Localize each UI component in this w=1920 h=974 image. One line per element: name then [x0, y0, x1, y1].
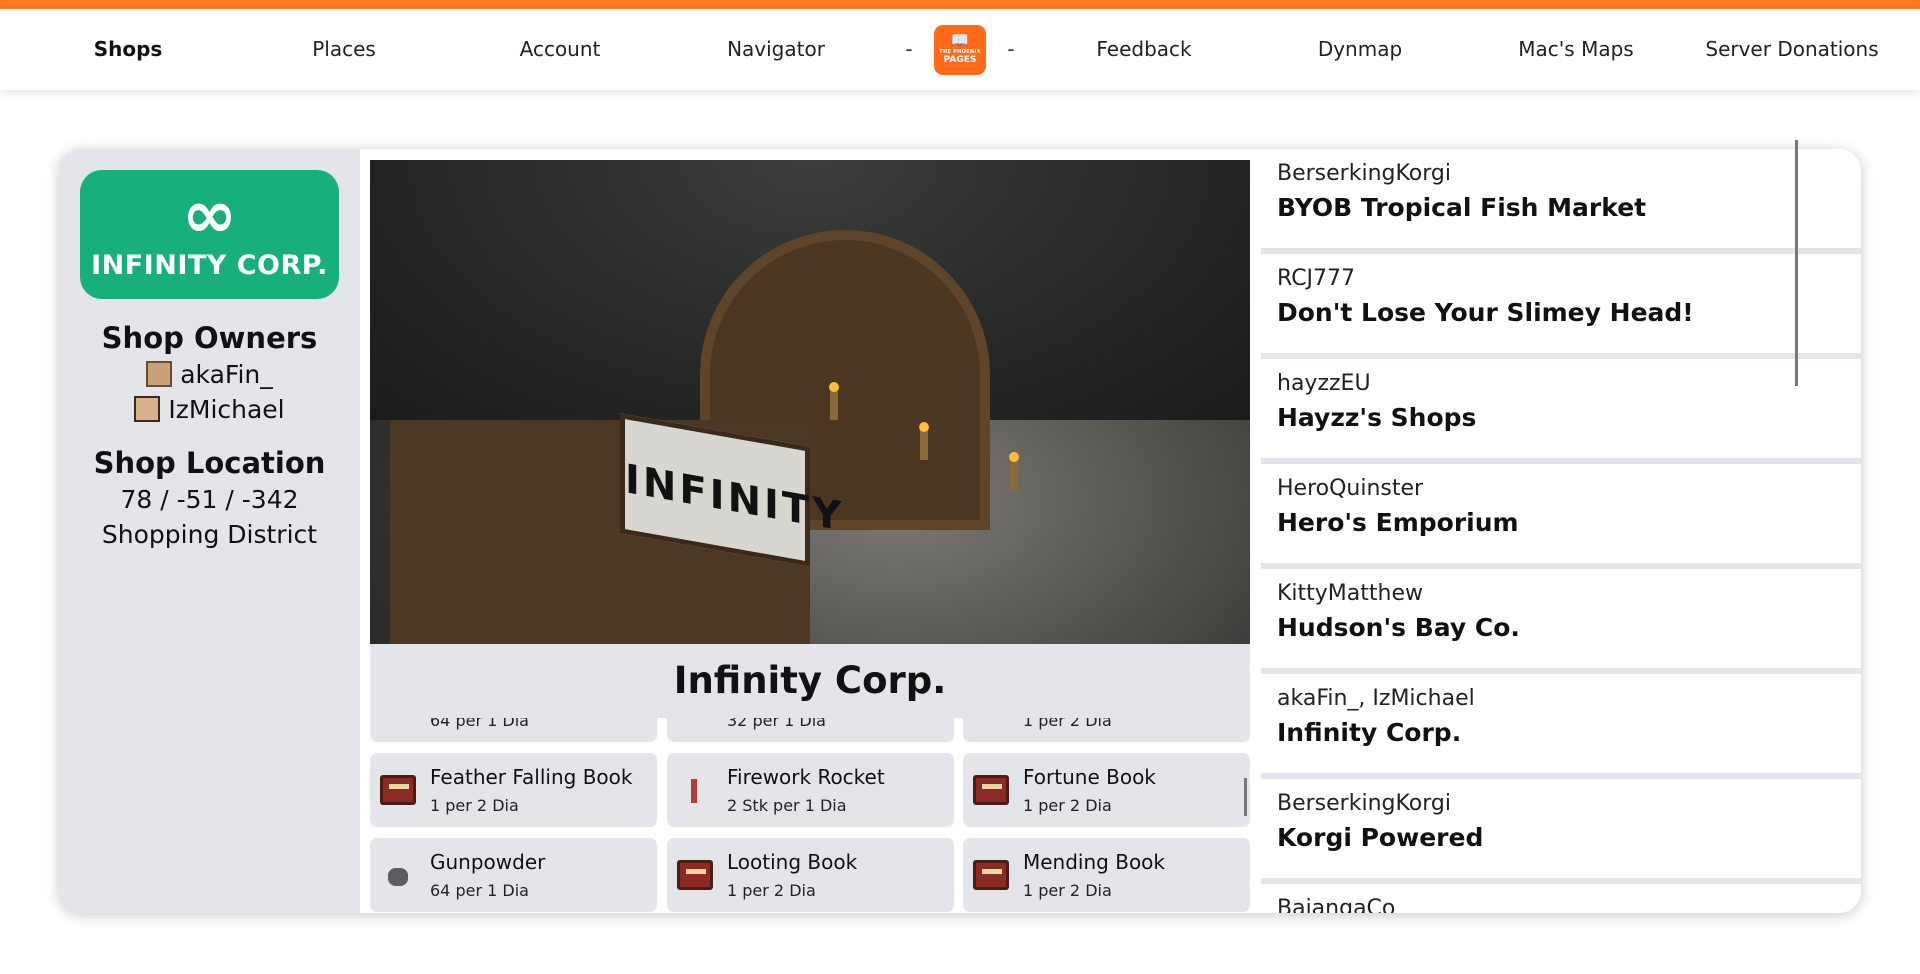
shop-coordinates: 78 / -51 / -342	[120, 485, 299, 514]
item-price: 32 per 1 Dia	[727, 718, 826, 730]
nav-separator: -	[905, 37, 913, 61]
shop-card: ∞ INFINITY CORP. Shop Owners akaFin_ IzM…	[59, 149, 1861, 913]
gunpowder-icon	[380, 860, 416, 890]
item-icon	[677, 718, 713, 720]
owner-name: akaFin_	[180, 360, 273, 389]
item-card[interactable]: 1 per 2 Dia	[963, 718, 1250, 742]
shop-list-owner: BajangaCo	[1277, 896, 1396, 913]
nav-places[interactable]: Places	[312, 9, 376, 90]
shop-list[interactable]: BerserkingKorgi BYOB Tropical Fish Marke…	[1261, 149, 1861, 913]
nav-navigator[interactable]: Navigator	[727, 9, 825, 90]
shop-list-name: Korgi Powered	[1277, 823, 1484, 852]
shop-list-item[interactable]: RCJ777 Don't Lose Your Slimey Head!	[1261, 254, 1861, 353]
item-card[interactable]: Mending Book 1 per 2 Dia	[963, 838, 1250, 912]
item-icon	[380, 718, 416, 720]
nav-account[interactable]: Account	[520, 9, 601, 90]
shop-list-owner: HeroQuinster	[1277, 476, 1424, 501]
item-grid: 64 per 1 Dia 32 per 1 Dia 1 per 2 Dia Fe…	[370, 718, 1250, 913]
player-avatar-icon	[134, 396, 161, 422]
shop-list-name: Infinity Corp.	[1277, 718, 1462, 747]
shop-title: Infinity Corp.	[370, 644, 1250, 718]
shop-list-owner: BerserkingKorgi	[1277, 161, 1452, 186]
shop-info-panel: ∞ INFINITY CORP. Shop Owners akaFin_ IzM…	[59, 149, 360, 913]
shop-list-name: Hero's Emporium	[1277, 508, 1519, 537]
location-heading: Shop Location	[93, 446, 326, 480]
item-name: Firework Rocket	[727, 765, 885, 789]
item-card[interactable]: Looting Book 1 per 2 Dia	[667, 838, 954, 912]
enchanted-book-icon	[973, 860, 1009, 890]
item-price: 64 per 1 Dia	[430, 881, 529, 900]
shop-district: Shopping District	[101, 520, 318, 549]
item-price: 64 per 1 Dia	[430, 718, 529, 730]
item-price: 1 per 2 Dia	[1023, 796, 1112, 815]
player-avatar-icon	[146, 361, 173, 387]
enchanted-book-icon	[677, 860, 713, 890]
shop-list-owner: BerserkingKorgi	[1277, 791, 1452, 816]
nav-separator: -	[1007, 37, 1015, 61]
item-name: Gunpowder	[430, 850, 546, 874]
item-card[interactable]: Feather Falling Book 1 per 2 Dia	[370, 753, 657, 827]
shop-list-name: Hayzz's Shops	[1277, 403, 1477, 432]
item-name: Fortune Book	[1023, 765, 1156, 789]
nav-dynmap[interactable]: Dynmap	[1318, 9, 1402, 90]
phoenix-pages-logo[interactable]: 📖 THE PHOENIX PAGES	[934, 25, 986, 75]
shop-list-name: Hudson's Bay Co.	[1277, 613, 1520, 642]
item-card[interactable]: Firework Rocket 2 Stk per 1 Dia	[667, 753, 954, 827]
shop-list-item[interactable]: BerserkingKorgi Korgi Powered	[1261, 779, 1861, 878]
item-price: 1 per 2 Dia	[1023, 718, 1112, 730]
shop-list-item[interactable]: akaFin_, IzMichael Infinity Corp.	[1261, 674, 1861, 773]
item-price: 1 per 2 Dia	[430, 796, 519, 815]
shop-list-owner: RCJ777	[1277, 266, 1356, 291]
shop-list-name: BYOB Tropical Fish Market	[1277, 193, 1647, 222]
shop-list-scrollbar[interactable]	[1795, 140, 1798, 386]
shop-list-item[interactable]: BajangaCo	[1261, 884, 1861, 913]
item-name: Looting Book	[727, 850, 858, 874]
shop-list-owner: KittyMatthew	[1277, 581, 1423, 606]
item-price: 2 Stk per 1 Dia	[727, 796, 847, 815]
item-price: 1 per 2 Dia	[1023, 881, 1112, 900]
owner-name: IzMichael	[168, 395, 285, 424]
shop-list-item[interactable]: BerserkingKorgi BYOB Tropical Fish Marke…	[1261, 149, 1861, 248]
shop-list-item[interactable]: hayzzEU Hayzz's Shops	[1261, 359, 1861, 458]
shop-list-name: Don't Lose Your Slimey Head!	[1277, 298, 1694, 327]
owner-item[interactable]: akaFin_	[59, 360, 360, 389]
item-name: Mending Book	[1023, 850, 1165, 874]
firework-rocket-icon	[677, 775, 713, 805]
item-card[interactable]: Fortune Book 1 per 2 Dia	[963, 753, 1250, 827]
enchanted-book-icon	[973, 775, 1009, 805]
shop-list-item[interactable]: HeroQuinster Hero's Emporium	[1261, 464, 1861, 563]
shop-logo: ∞ INFINITY CORP.	[80, 170, 339, 299]
owners-heading: Shop Owners	[101, 321, 318, 355]
item-grid-scrollbar[interactable]	[1244, 778, 1247, 816]
shop-list-item[interactable]: KittyMatthew Hudson's Bay Co.	[1261, 569, 1861, 668]
item-icon	[973, 718, 1009, 720]
item-price: 1 per 2 Dia	[727, 881, 816, 900]
nav-shops[interactable]: Shops	[94, 9, 163, 90]
item-name: Feather Falling Book	[430, 765, 633, 789]
owner-item[interactable]: IzMichael	[59, 395, 360, 424]
shop-logo-text: INFINITY CORP.	[91, 250, 328, 281]
logo-line2: PAGES	[943, 55, 977, 65]
shop-detail: INFINITY Infinity Corp. 64 per 1 Dia 32 …	[360, 149, 1321, 913]
book-icon: 📖	[950, 31, 970, 49]
item-card[interactable]: Gunpowder 64 per 1 Dia	[370, 838, 657, 912]
enchanted-book-icon	[380, 775, 416, 805]
nav-server-donations[interactable]: Server Donations	[1705, 9, 1878, 90]
shop-screenshot: INFINITY	[370, 160, 1250, 644]
nav-feedback[interactable]: Feedback	[1096, 9, 1191, 90]
item-card[interactable]: 32 per 1 Dia	[667, 718, 954, 742]
infinity-icon: ∞	[182, 176, 237, 253]
shop-list-owner: akaFin_, IzMichael	[1277, 686, 1475, 711]
top-navigation: Shops Places Account Navigator - 📖 THE P…	[0, 9, 1920, 90]
item-card[interactable]: 64 per 1 Dia	[370, 718, 657, 742]
shop-list-owner: hayzzEU	[1277, 371, 1371, 396]
nav-macs-maps[interactable]: Mac's Maps	[1518, 9, 1633, 90]
top-accent-bar	[0, 0, 1920, 9]
